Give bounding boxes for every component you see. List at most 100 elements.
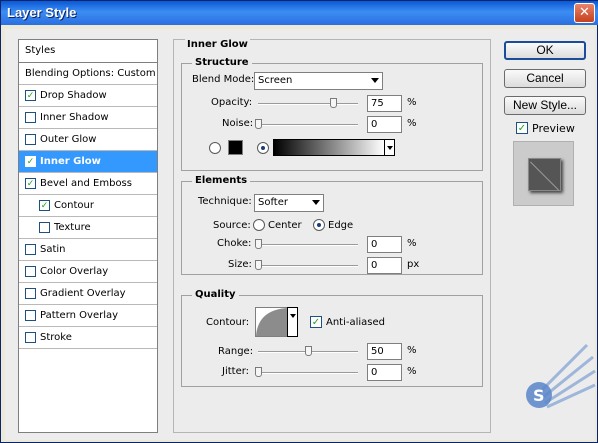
- style-item-bevel-and-emboss[interactable]: Bevel and Emboss: [19, 173, 157, 195]
- range-slider-thumb[interactable]: [305, 346, 312, 356]
- quality-title: Quality: [192, 289, 239, 300]
- preview-label: Preview: [532, 122, 575, 135]
- style-checkbox[interactable]: [25, 244, 36, 255]
- style-item-label: Satin: [40, 244, 66, 255]
- solid-color-radio[interactable]: [209, 142, 221, 154]
- style-item-label: Blending Options: Custom: [25, 68, 156, 79]
- choke-slider-track[interactable]: [258, 244, 358, 246]
- preview-swatch: [528, 158, 561, 191]
- cancel-button[interactable]: Cancel: [504, 69, 586, 88]
- title-bar[interactable]: Layer Style ✕: [1, 1, 598, 25]
- source-center-radio[interactable]: [253, 219, 265, 231]
- style-item-label: Bevel and Emboss: [40, 178, 132, 189]
- size-slider-thumb[interactable]: [255, 260, 262, 270]
- blend-mode-label: Blend Mode:: [192, 74, 255, 85]
- ok-button[interactable]: OK: [504, 41, 586, 60]
- style-checkbox[interactable]: [25, 310, 36, 321]
- style-checkbox[interactable]: [25, 288, 36, 299]
- style-preview-thumbnail: [513, 141, 574, 206]
- style-item-inner-glow[interactable]: Inner Glow: [19, 151, 157, 173]
- contour-dropdown-arrow-icon[interactable]: [287, 307, 298, 337]
- anti-aliased-label: Anti-aliased: [326, 317, 386, 328]
- new-style-button[interactable]: New Style...: [504, 96, 586, 115]
- style-checkbox[interactable]: [25, 332, 36, 343]
- style-item-gradient-overlay[interactable]: Gradient Overlay: [19, 283, 157, 305]
- source-center-label: Center: [268, 220, 302, 231]
- style-item-contour[interactable]: Contour: [19, 195, 157, 217]
- range-input[interactable]: 50: [367, 343, 402, 360]
- style-item-outer-glow[interactable]: Outer Glow: [19, 129, 157, 151]
- anti-aliased-checkbox[interactable]: ✓: [310, 316, 322, 328]
- glow-gradient-picker[interactable]: [273, 139, 385, 156]
- chevron-down-icon: [312, 200, 320, 205]
- dialog-body: Styles Blending Options: Custom Drop Shad…: [5, 29, 596, 440]
- style-item-stroke[interactable]: Stroke: [19, 327, 157, 349]
- style-item-label: Inner Glow: [40, 156, 101, 167]
- style-item-drop-shadow[interactable]: Drop Shadow: [19, 85, 157, 107]
- gradient-dropdown-arrow-icon[interactable]: [384, 139, 395, 156]
- gradient-radio[interactable]: [257, 142, 269, 154]
- style-item-label: Pattern Overlay: [40, 310, 119, 321]
- style-checkbox[interactable]: [25, 90, 36, 101]
- jitter-unit: %: [407, 366, 417, 377]
- style-checkbox[interactable]: [39, 222, 50, 233]
- choke-unit: %: [407, 238, 417, 249]
- style-checkbox[interactable]: [25, 266, 36, 277]
- styles-header[interactable]: Styles: [19, 40, 157, 63]
- style-item-blending-options-custom[interactable]: Blending Options: Custom: [19, 63, 157, 85]
- noise-unit: %: [407, 118, 417, 129]
- choke-input[interactable]: 0: [367, 236, 402, 253]
- noise-input[interactable]: 0: [367, 116, 402, 133]
- layer-style-dialog: Layer Style ✕ Styles Blending Options: C…: [0, 0, 598, 443]
- size-unit: px: [407, 259, 420, 270]
- style-checkbox[interactable]: [25, 112, 36, 123]
- structure-title: Structure: [192, 57, 252, 68]
- source-label: Source:: [213, 220, 251, 231]
- jitter-input[interactable]: 0: [367, 364, 402, 381]
- style-item-label: Outer Glow: [40, 134, 97, 145]
- contour-picker[interactable]: [255, 307, 288, 337]
- blend-mode-value: Screen: [258, 75, 293, 86]
- opacity-input[interactable]: 75: [367, 95, 402, 112]
- technique-label: Technique:: [198, 196, 252, 207]
- style-item-label: Drop Shadow: [40, 90, 107, 101]
- style-item-color-overlay[interactable]: Color Overlay: [19, 261, 157, 283]
- opacity-label: Opacity:: [211, 97, 253, 108]
- opacity-slider-track[interactable]: [258, 103, 358, 105]
- preview-checkbox[interactable]: ✓: [516, 122, 528, 134]
- noise-slider-track[interactable]: [258, 124, 358, 126]
- chevron-down-icon: [371, 78, 379, 83]
- style-item-pattern-overlay[interactable]: Pattern Overlay: [19, 305, 157, 327]
- close-button[interactable]: ✕: [574, 3, 595, 23]
- range-unit: %: [407, 345, 417, 356]
- style-item-texture[interactable]: Texture: [19, 217, 157, 239]
- style-item-label: Gradient Overlay: [40, 288, 126, 299]
- jitter-slider-track[interactable]: [258, 372, 358, 374]
- elements-title: Elements: [192, 175, 251, 186]
- source-edge-label: Edge: [328, 220, 354, 231]
- blend-mode-select[interactable]: Screen: [254, 72, 383, 90]
- choke-slider-thumb[interactable]: [255, 239, 262, 249]
- source-edge-radio[interactable]: [313, 219, 325, 231]
- style-item-label: Contour: [54, 200, 94, 211]
- size-input[interactable]: 0: [367, 257, 402, 274]
- opacity-unit: %: [407, 97, 417, 108]
- style-checkbox[interactable]: [39, 200, 50, 211]
- inner-glow-title: Inner Glow: [185, 39, 250, 50]
- range-label: Range:: [218, 346, 254, 357]
- noise-label: Noise:: [222, 118, 254, 129]
- opacity-slider-thumb[interactable]: [330, 98, 337, 108]
- watermark-logo: S: [526, 343, 596, 409]
- style-item-label: Stroke: [40, 332, 72, 343]
- style-checkbox[interactable]: [25, 134, 36, 145]
- size-slider-track[interactable]: [258, 265, 358, 267]
- style-checkbox[interactable]: [25, 156, 36, 167]
- style-item-inner-shadow[interactable]: Inner Shadow: [19, 107, 157, 129]
- style-item-satin[interactable]: Satin: [19, 239, 157, 261]
- jitter-slider-thumb[interactable]: [255, 367, 262, 377]
- style-item-label: Texture: [54, 222, 91, 233]
- style-checkbox[interactable]: [25, 178, 36, 189]
- noise-slider-thumb[interactable]: [255, 119, 262, 129]
- glow-color-swatch[interactable]: [228, 140, 243, 155]
- technique-select[interactable]: Softer: [254, 194, 324, 212]
